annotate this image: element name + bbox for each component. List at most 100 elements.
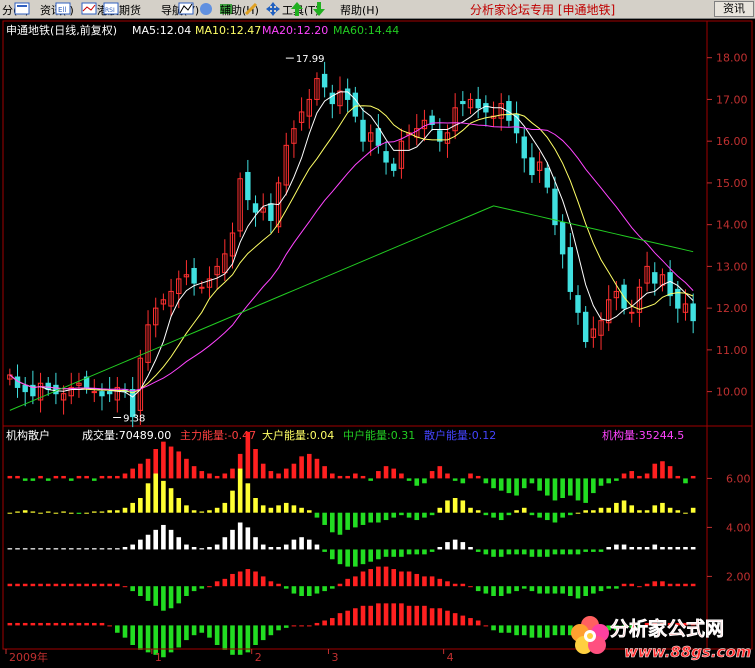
indicator-bar	[399, 571, 404, 587]
indicator-bar	[184, 458, 189, 479]
toolbar-icon-1[interactable]	[14, 1, 30, 16]
info-button[interactable]: 资讯	[714, 1, 754, 17]
indicator-bar	[575, 549, 581, 555]
indicator-bar	[168, 586, 174, 609]
indicator-bar	[145, 483, 151, 513]
annotation-label: 9.38	[123, 413, 145, 424]
indicator-bar	[61, 622, 66, 626]
indicator-bar	[107, 548, 112, 550]
candle-body	[53, 384, 59, 395]
indicator-bar	[667, 466, 673, 479]
toolbar-icon-2[interactable]: Ell	[55, 1, 71, 16]
indicator-bar	[460, 583, 466, 587]
ma-legend-ma60: MA60:14.44	[333, 24, 399, 37]
indicator-bar	[360, 605, 366, 626]
indicator-bar	[598, 507, 604, 513]
indicator-bar	[537, 586, 542, 594]
candle-body	[321, 73, 328, 88]
indicator-bar	[237, 522, 243, 550]
indicator-bar	[7, 548, 13, 550]
indicator-bar	[214, 544, 220, 550]
indicator-bar	[552, 512, 558, 523]
indicator-bar	[53, 622, 59, 626]
toolbar-icon-6[interactable]	[198, 1, 214, 16]
indicator-bar	[491, 478, 496, 489]
indicator-bar	[514, 625, 519, 636]
indicator-bar	[483, 512, 489, 516]
indicator-bar	[483, 586, 489, 594]
indicator-bar	[660, 581, 665, 587]
indicator-bar	[122, 625, 128, 638]
indicator-bar	[99, 622, 105, 626]
indicator-bar	[675, 510, 681, 513]
indicator-bar	[222, 578, 228, 587]
indicator-bar	[61, 511, 66, 513]
toolbar-icon-5[interactable]	[178, 1, 194, 16]
indicator-bar	[291, 625, 297, 627]
indicator-bar	[368, 549, 373, 562]
ma10-line	[9, 105, 694, 394]
indicator-bar	[652, 581, 658, 587]
indicator-bar	[544, 586, 550, 594]
indicator-bar	[360, 571, 366, 587]
indicator-bar	[437, 547, 443, 550]
menu-item-help[interactable]: 帮助(H)	[340, 2, 379, 18]
indicator-bar	[260, 625, 266, 641]
indicator-bar	[68, 548, 74, 550]
indicator-bar	[683, 547, 688, 550]
indicator-bar	[45, 622, 51, 626]
arrow-up-icon[interactable]	[289, 1, 305, 16]
indicator-bar	[591, 510, 596, 513]
indicator-bar	[268, 625, 274, 636]
indicator-bar	[445, 581, 450, 587]
indicator-bar	[337, 549, 343, 565]
indicator-bar	[414, 478, 420, 486]
indicator-bar	[283, 625, 289, 628]
indicator-bar	[637, 547, 642, 550]
indicator-bar	[38, 622, 43, 626]
indicator-bar	[38, 512, 43, 514]
indicator-bar	[314, 586, 320, 594]
indicator-bar	[506, 625, 512, 633]
indicator-bar	[253, 571, 258, 587]
arrow-down-icon[interactable]	[311, 1, 327, 16]
pencil-icon[interactable]	[243, 1, 259, 16]
indicator-bar	[652, 505, 658, 513]
x-tick-label: 1	[155, 651, 162, 664]
indicator-bar	[591, 478, 596, 494]
indicator-bar	[38, 475, 43, 479]
indicator-bar	[38, 548, 43, 550]
indicator-bar	[521, 478, 527, 489]
candle-body	[582, 311, 589, 343]
indicator-bar	[176, 498, 182, 513]
indicator-bar	[115, 548, 120, 550]
indicator-bar	[199, 471, 205, 479]
indicator-bar	[399, 549, 404, 557]
indicator-bar	[452, 613, 458, 626]
candle-body	[667, 272, 673, 297]
indicator-bar	[107, 625, 112, 627]
indicator-bar	[107, 510, 112, 513]
indicator-bar	[230, 625, 235, 655]
indicator-bar	[376, 603, 381, 626]
indicator-bar	[629, 505, 635, 513]
indicator-bar	[253, 537, 258, 550]
indicator-bar	[353, 473, 358, 479]
toolbar-icon-4[interactable]: RSI	[103, 1, 119, 16]
indicator-bar	[483, 478, 489, 484]
indicator-bar	[253, 449, 258, 479]
indicator-bar	[91, 511, 97, 513]
indicator-bar	[22, 548, 28, 550]
indicator-bar	[422, 478, 427, 484]
move-arrows-icon[interactable]	[265, 1, 281, 16]
indicator-bar	[130, 586, 135, 592]
indicator-bar	[91, 583, 97, 587]
indicator-bar	[414, 512, 420, 521]
indicator-bar	[591, 549, 596, 552]
indicator-bar	[560, 586, 565, 594]
toolbar-icon-3[interactable]	[81, 1, 97, 16]
price-tick-label: 10.00	[716, 386, 748, 399]
indicator-bar	[568, 586, 573, 596]
indicator-bar	[176, 586, 182, 604]
price-tick-label: 13.00	[716, 260, 748, 273]
